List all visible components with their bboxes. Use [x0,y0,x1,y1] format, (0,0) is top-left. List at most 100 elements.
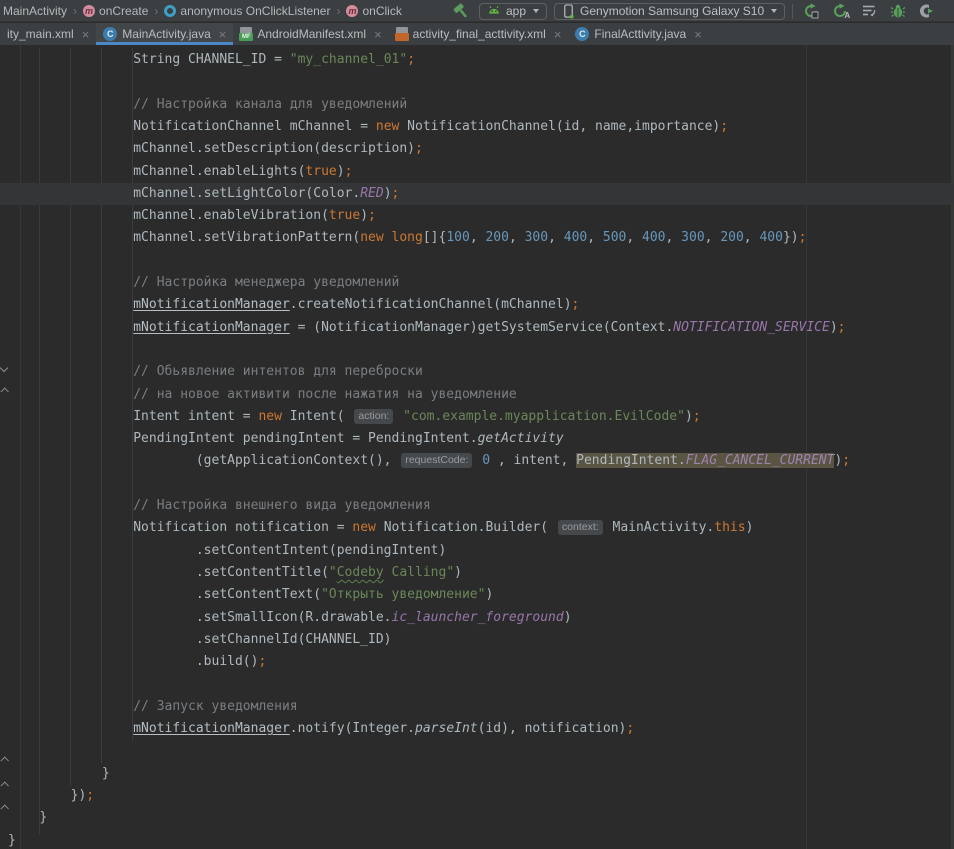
code-line[interactable]: // Настройка канала для уведомлений [0,94,954,116]
chevron-down-icon [771,9,777,13]
code-line[interactable] [0,673,954,695]
breadcrumb-separator-icon: › [336,4,340,18]
code-token: "my_channel_01" [290,52,407,67]
code-line[interactable]: .setSmallIcon(R.drawable.ic_launcher_for… [0,607,954,629]
tab-finalacttivity-java[interactable]: C FinalActtivity.java × [568,23,708,45]
code-token: .setContentIntent(pendingIntent) [196,543,446,558]
code-token: 200 [720,230,743,245]
layout-xml-file-icon [396,27,408,41]
code-token: ) [564,610,572,625]
code-line[interactable]: .build(); [0,651,954,673]
code-line[interactable]: mNotificationManager.notify(Integer.pars… [0,718,954,740]
close-icon[interactable]: × [694,27,702,42]
code-line[interactable]: mChannel.setVibrationPattern(new long[]{… [0,227,954,249]
code-token: ) [360,208,368,223]
device-select[interactable]: Genymotion Samsung Galaxy S10 [554,3,785,20]
tab-activity-main-xml[interactable]: ity_main.xml × [0,23,96,45]
code-token: " [329,565,337,580]
code-token: "com.example.myapplication.EvilCode" [403,409,685,424]
apply-code-changes-button[interactable]: A [829,0,851,22]
code-token: (getApplicationContext(), [196,453,400,468]
code-line[interactable] [0,473,954,495]
code-line[interactable]: mChannel.setLightColor(Color.RED); [0,183,954,205]
tab-activity-final-acttivity-xml[interactable]: activity_final_acttivity.xml × [389,23,569,45]
close-icon[interactable]: × [374,27,382,42]
code-token: , [705,230,721,245]
code-line[interactable]: mChannel.setDescription(description); [0,138,954,160]
breadcrumb-item-onclick[interactable]: m onClick [346,4,401,18]
build-menu-button[interactable] [858,0,880,22]
code-line[interactable]: (getApplicationContext(), requestCode: 0… [0,450,954,472]
build-button[interactable] [450,0,472,22]
tab-label: activity_final_acttivity.xml [413,27,546,41]
code-line[interactable]: String CHANNEL_ID = "my_channel_01"; [0,49,954,71]
code-line[interactable]: Intent intent = new Intent( action: "com… [0,406,954,428]
code-token: ic_launcher_foreground [392,610,564,625]
code-token: ) [685,409,693,424]
code-line[interactable] [0,339,954,361]
code-line[interactable]: // на новое активити после нажатия на ув… [0,384,954,406]
code-line[interactable]: // Настройка внешнего вида уведомления [0,495,954,517]
apply-changes-button[interactable] [800,0,822,22]
code-line[interactable] [0,250,954,272]
code-token: Codeby [337,565,384,580]
profiler-icon [919,3,935,19]
code-token: , [626,230,642,245]
code-token: ; [572,297,580,312]
breadcrumb-item-class[interactable]: MainActivity [3,4,67,18]
code-token: String CHANNEL_ID = [133,52,290,67]
code-token: } [102,766,110,781]
debug-button[interactable] [887,0,909,22]
code-line[interactable]: .setContentIntent(pendingIntent) [0,540,954,562]
tab-mainactivity-java[interactable]: C MainActivity.java × [96,23,233,45]
code-line[interactable]: .setContentText("Открыть уведомление") [0,584,954,606]
code-line[interactable]: mNotificationManager = (NotificationMana… [0,317,954,339]
code-token: 400 [759,230,782,245]
breadcrumb-label: onClick [362,4,401,18]
code-line[interactable] [0,740,954,762]
profiler-button[interactable] [916,0,938,22]
code-token: , [666,230,682,245]
code-line[interactable]: .setChannelId(CHANNEL_ID) [0,629,954,651]
code-token: new [376,119,399,134]
code-token: 300 [681,230,704,245]
breadcrumb-separator-icon: › [73,4,77,18]
code-token: .build() [196,654,259,669]
close-icon[interactable]: × [219,27,227,42]
device-label: Genymotion Samsung Galaxy S10 [580,4,764,18]
code-token: []{ [423,230,446,245]
breadcrumb-item-anonymous-class[interactable]: anonymous OnClickListener [164,4,330,18]
code-token: Calling" [384,565,454,580]
close-icon[interactable]: × [554,27,562,42]
code-token: 500 [603,230,626,245]
code-token: new long [360,230,423,245]
code-token: , [548,230,564,245]
code-line[interactable]: PendingIntent pendingIntent = PendingInt… [0,428,954,450]
code-line[interactable]: } [0,807,954,829]
code-line[interactable]: // Настройка менеджера уведомлений [0,272,954,294]
code-token: .setChannelId(CHANNEL_ID) [196,632,392,647]
code-line[interactable]: mChannel.enableLights(true); [0,161,954,183]
close-icon[interactable]: × [82,27,90,42]
tab-label: AndroidManifest.xml [257,27,366,41]
code-token: // Настройка менеджера уведомлений [133,275,399,290]
code-line[interactable]: }); [0,785,954,807]
code-token: // на новое активити после нажатия на ув… [133,387,517,402]
code-line[interactable]: mChannel.enableVibration(true); [0,205,954,227]
breadcrumb-item-oncreate[interactable]: m onCreate [83,4,148,18]
code-line[interactable] [0,71,954,93]
code-line[interactable]: mNotificationManager.createNotificationC… [0,294,954,316]
code-line[interactable]: // Запуск уведомления [0,696,954,718]
code-token: , [470,230,486,245]
code-editor[interactable]: String CHANNEL_ID = "my_channel_01"; // … [0,45,954,849]
code-line[interactable]: NotificationChannel mChannel = new Notif… [0,116,954,138]
code-line[interactable]: } [0,763,954,785]
phone-icon [562,4,575,19]
run-configuration-select[interactable]: app [479,3,547,20]
tab-androidmanifest-xml[interactable]: MF AndroidManifest.xml × [233,23,388,45]
code-line[interactable]: .setContentTitle("Codeby Calling") [0,562,954,584]
code-line[interactable]: Notification notification = new Notifica… [0,517,954,539]
code-line[interactable]: } [0,830,954,849]
code-token: .setContentTitle( [196,565,329,580]
code-line[interactable]: // Обьявление интентов для переброски [0,361,954,383]
